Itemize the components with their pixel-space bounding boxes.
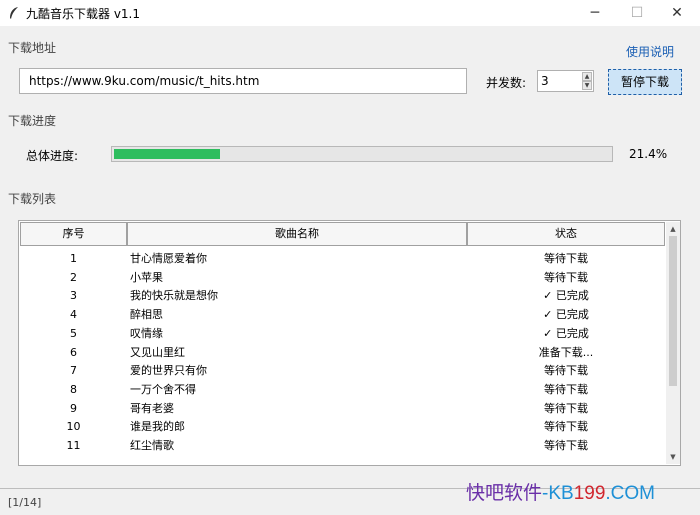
table-row[interactable]: 1 甘心情愿爱着你 等待下载 <box>20 249 665 268</box>
song-name: 我的快乐就是想你 <box>130 289 218 303</box>
close-button[interactable]: ✕ <box>654 0 700 26</box>
row-index: 8 <box>70 382 77 396</box>
row-index: 6 <box>70 345 77 359</box>
scroll-up-icon[interactable]: ▲ <box>666 222 680 236</box>
download-list-label: 下载列表 <box>8 192 57 206</box>
row-index: 11 <box>66 439 81 452</box>
minimize-button[interactable]: ─ <box>572 0 618 26</box>
overall-progress-bar <box>111 146 613 162</box>
song-name: 谁是我的郎 <box>130 420 185 434</box>
column-header-song-name[interactable]: 歌曲名称 <box>127 222 467 246</box>
title-bar: 九酷音乐下载器 v1.1 ─ ☐ ✕ <box>0 0 700 26</box>
download-status: 等待下载 <box>544 401 588 415</box>
download-status: 等待下载 <box>544 270 588 284</box>
column-header-status[interactable]: 状态 <box>467 222 665 246</box>
table-row[interactable]: 10 谁是我的郎 等待下载 <box>20 417 665 436</box>
table-row[interactable]: 4 醉相思 ✓ 已完成 <box>20 305 665 324</box>
song-name: 一万个舍不得 <box>130 382 196 396</box>
row-index: 3 <box>70 289 77 303</box>
song-name: 甘心情愿爱着你 <box>130 252 207 265</box>
download-progress-label: 下载进度 <box>8 114 57 128</box>
table-row[interactable]: 11 红尘情歌 等待下载 <box>20 436 665 455</box>
table-row[interactable]: 8 一万个舍不得 等待下载 <box>20 380 665 399</box>
song-name: 哥有老婆 <box>130 401 174 415</box>
song-name: 醉相思 <box>130 308 163 322</box>
column-header-index[interactable]: 序号 <box>20 222 127 246</box>
overall-progress-label: 总体进度: <box>26 149 79 163</box>
url-input[interactable]: https://www.9ku.com/music/t_hits.htm <box>19 68 467 94</box>
download-status: 准备下载... <box>538 345 594 359</box>
pause-download-button[interactable]: 暂停下载 <box>608 69 682 95</box>
download-table: 序号 歌曲名称 状态 1 甘心情愿爱着你 等待下载 2 小苹果 等待下载 3 我的快乐就是想你… <box>18 220 681 466</box>
row-index: 7 <box>70 364 77 378</box>
spin-down-icon[interactable]: ▼ <box>582 81 592 90</box>
row-index: 9 <box>70 401 77 415</box>
song-name: 又见山里红 <box>130 345 185 359</box>
progress-percent: 21.4% <box>629 147 668 161</box>
row-index: 4 <box>70 308 77 322</box>
download-status: 等待下载 <box>544 364 588 378</box>
table-row[interactable]: 5 叹情缘 ✓ 已完成 <box>20 324 665 343</box>
table-header: 序号 歌曲名称 状态 <box>20 222 665 246</box>
download-status: ✓ 已完成 <box>543 308 589 322</box>
feather-icon <box>10 7 18 19</box>
download-status: 等待下载 <box>544 252 588 265</box>
progress-fill <box>114 149 220 159</box>
song-name: 红尘情歌 <box>130 439 174 452</box>
help-link[interactable]: 使用说明 <box>626 43 674 60</box>
concurrency-label: 并发数: <box>486 76 527 90</box>
table-row[interactable]: 9 哥有老婆 等待下载 <box>20 399 665 418</box>
row-index: 1 <box>70 252 77 265</box>
table-row[interactable]: 7 爱的世界只有你 等待下载 <box>20 361 665 380</box>
scroll-thumb[interactable] <box>669 236 677 386</box>
watermark-logo: 快吧软件-KB199.COM <box>466 483 656 504</box>
row-index: 5 <box>70 326 77 340</box>
song-name: 叹情缘 <box>130 326 163 340</box>
status-text: [1/14] <box>8 496 42 509</box>
download-address-label: 下载地址 <box>8 41 57 55</box>
concurrency-value[interactable]: 3 <box>541 74 549 88</box>
vertical-scrollbar[interactable]: ▲ ▼ <box>666 222 680 464</box>
spin-up-icon[interactable]: ▲ <box>582 72 592 81</box>
download-status: ✓ 已完成 <box>543 289 589 303</box>
download-status: 等待下载 <box>544 382 588 396</box>
table-row[interactable]: 6 又见山里红 准备下载... <box>20 343 665 362</box>
download-status: 等待下载 <box>544 439 588 452</box>
song-name: 小苹果 <box>130 270 163 284</box>
concurrency-spinbox[interactable]: 3 ▲ ▼ <box>537 70 594 92</box>
table-row[interactable]: 2 小苹果 等待下载 <box>20 268 665 287</box>
window-title: 九酷音乐下载器 v1.1 <box>26 7 141 21</box>
row-index: 10 <box>66 420 81 434</box>
download-status: ✓ 已完成 <box>543 326 589 340</box>
row-index: 2 <box>70 270 77 284</box>
song-name: 爱的世界只有你 <box>130 364 207 378</box>
scroll-down-icon[interactable]: ▼ <box>666 450 680 464</box>
table-row[interactable]: 3 我的快乐就是想你 ✓ 已完成 <box>20 286 665 305</box>
download-status: 等待下载 <box>544 420 588 434</box>
